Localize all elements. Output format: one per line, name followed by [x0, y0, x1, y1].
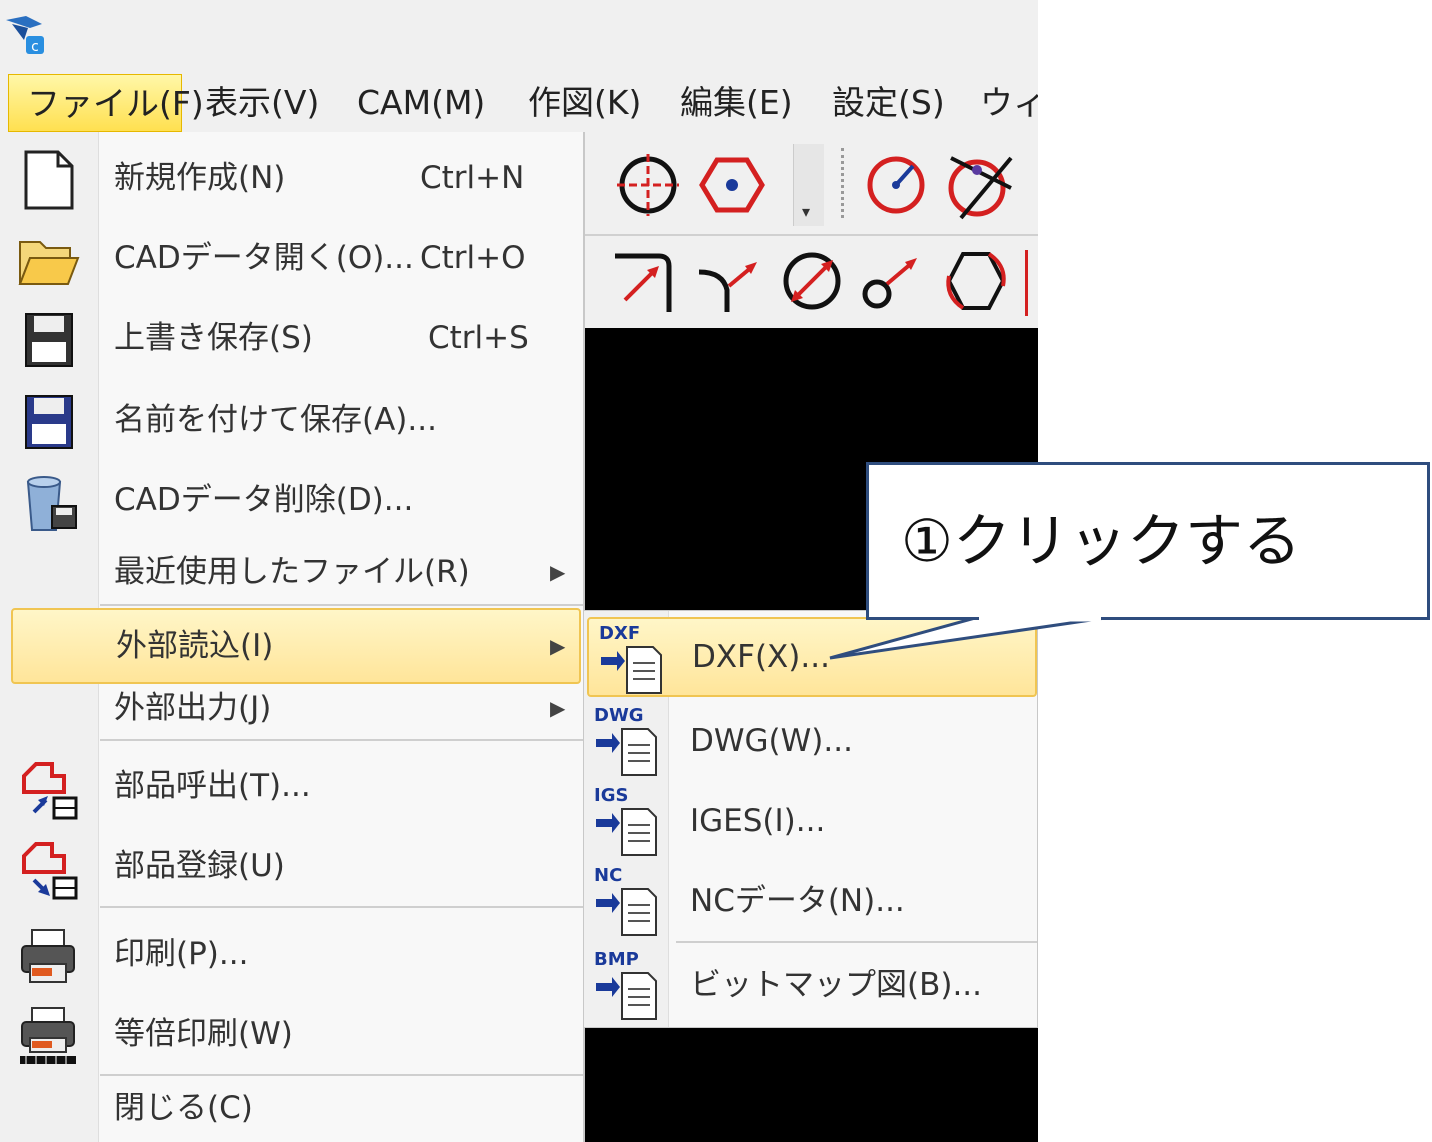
file-menu-dropdown: 新規作成(N) Ctrl+N CADデータ開く(O)... Ctrl+O 上書き… [8, 132, 585, 1142]
menu-item-label: 名前を付けて保存(A)... [114, 402, 437, 438]
menu-item-delete-data[interactable]: CADデータ削除(D)... [8, 462, 583, 538]
save-disk-icon [25, 313, 73, 367]
menu-item-save-as[interactable]: 名前を付けて保存(A)... [8, 382, 583, 458]
menu-item-label: CADデータ開く(O)... [114, 240, 414, 276]
part-load-icon [22, 762, 78, 820]
file-type-badge: BMP [594, 949, 639, 970]
menu-item-label: 新規作成(N) [114, 160, 286, 196]
menu-item-label: CADデータ削除(D)... [114, 482, 414, 518]
menu-window[interactable]: ウィン [980, 74, 1038, 132]
center-point-icon[interactable] [613, 150, 683, 220]
menu-item-label: 閉じる(C) [114, 1090, 253, 1126]
menu-cam[interactable]: CAM(M) [357, 74, 485, 132]
circle-diameter-icon[interactable] [777, 246, 847, 316]
submenu-item-label: IGES(I)... [690, 803, 826, 839]
menu-separator [100, 604, 583, 606]
menu-draw[interactable]: 作図(K) [528, 74, 641, 132]
callout-text: ①クリックする [901, 507, 1301, 575]
file-type-badge: IGS [594, 785, 629, 806]
submenu-item-label: NCデータ(N)... [690, 883, 905, 919]
rotate-shape-icon[interactable] [941, 246, 1011, 316]
submenu-item-dwg[interactable]: DWG DWG(W)... [584, 701, 1037, 781]
printer-icon [21, 929, 75, 983]
menu-item-label: 印刷(P)... [114, 936, 249, 972]
menu-item-save[interactable]: 上書き保存(S) Ctrl+S [8, 300, 583, 376]
delete-data-icon [26, 476, 77, 531]
dwg-file-icon: DWG [592, 705, 662, 777]
menu-item-new[interactable]: 新規作成(N) Ctrl+N [8, 140, 583, 216]
app-logo-icon: c [6, 16, 44, 55]
instruction-callout: ①クリックする [866, 462, 1430, 620]
menu-item-part-register[interactable]: 部品登録(U) [8, 828, 583, 904]
submenu-item-dxf[interactable]: DXF DXF(X)... [587, 617, 1037, 697]
new-document-icon [24, 150, 74, 210]
circle-radius-icon[interactable] [861, 150, 931, 220]
small-circle-icon[interactable] [857, 246, 927, 316]
menu-item-label: 外部出力(J) [114, 690, 272, 726]
toolbar-clipped-icon [1025, 250, 1038, 316]
menu-item-label: 部品登録(U) [114, 848, 285, 884]
menu-file[interactable]: ファイル(F) [8, 74, 204, 132]
submenu-item-label: DWG(W)... [690, 723, 853, 759]
menu-item-print-actual-size[interactable]: 等倍印刷(W) [8, 996, 583, 1072]
submenu-arrow-icon: ▶ [550, 560, 566, 584]
submenu-separator [676, 941, 1037, 943]
menu-item-recent-files[interactable]: 最近使用したファイル(R) ▶ [8, 534, 583, 610]
menu-separator [100, 906, 583, 908]
menu-view[interactable]: 表示(V) [205, 74, 319, 132]
part-register-icon [22, 842, 78, 900]
menu-separator [100, 739, 583, 741]
menu-item-shortcut: Ctrl+O [420, 240, 526, 276]
bmp-file-icon: BMP [592, 949, 662, 1021]
menu-item-open[interactable]: CADデータ開く(O)... Ctrl+O [8, 220, 583, 296]
menu-item-export[interactable]: 外部出力(J) ▶ [8, 670, 583, 746]
submenu-item-label: ビットマップ図(B)... [690, 967, 983, 1003]
file-type-badge: NC [594, 865, 623, 886]
menu-item-close[interactable]: 閉じる(C) [8, 1070, 583, 1142]
menu-item-shortcut: Ctrl+N [420, 160, 525, 196]
open-folder-icon [18, 241, 80, 285]
file-type-badge: DWG [594, 705, 644, 726]
save-as-disk-icon [25, 395, 73, 449]
circle-tangent-icon[interactable] [941, 148, 1021, 222]
file-type-badge: DXF [599, 623, 641, 644]
submenu-item-label: DXF(X)... [692, 639, 830, 675]
chevron-down-icon: ▾ [802, 202, 811, 221]
menu-item-label: 最近使用したファイル(R) [114, 554, 470, 590]
menu-item-label: 等倍印刷(W) [114, 1016, 293, 1052]
menu-edit[interactable]: 編集(E) [680, 74, 793, 132]
menu-item-shortcut: Ctrl+S [428, 320, 529, 356]
menu-item-label: 上書き保存(S) [114, 320, 313, 356]
toolbar-grip [841, 148, 847, 218]
menu-item-label: 部品呼出(T)... [114, 768, 311, 804]
submenu-arrow-icon: ▶ [550, 696, 566, 720]
toolbar-overflow[interactable]: ▾ [793, 144, 824, 226]
menu-settings[interactable]: 設定(S) [832, 74, 945, 132]
iges-file-icon: IGS [592, 785, 662, 857]
nc-file-icon: NC [592, 865, 662, 937]
corner-line-icon[interactable] [609, 246, 679, 316]
menu-item-part-load[interactable]: 部品呼出(T)... [8, 748, 583, 824]
fillet-icon[interactable] [693, 246, 763, 316]
hexagon-point-icon[interactable] [697, 150, 767, 220]
menu-item-print[interactable]: 印刷(P)... [8, 916, 583, 992]
menu-bar: ファイル(F) 表示(V) CAM(M) 作図(K) 編集(E) 設定(S) ウ… [0, 68, 1038, 132]
dxf-file-icon: DXF [597, 623, 667, 695]
svg-text:c: c [31, 39, 39, 55]
submenu-item-iges[interactable]: IGS IGES(I)... [584, 781, 1037, 861]
import-submenu: DXF DXF(X)... DWG DWG(W)... IGS IGES(I).… [583, 610, 1038, 1028]
actual-size-print-icon [20, 1007, 76, 1064]
submenu-item-bitmap[interactable]: BMP ビットマップ図(B)... [584, 945, 1037, 1025]
toolbar-divider [585, 234, 1038, 236]
submenu-item-nc-data[interactable]: NC NCデータ(N)... [584, 861, 1037, 941]
toolbar: ▾ [585, 138, 1038, 328]
